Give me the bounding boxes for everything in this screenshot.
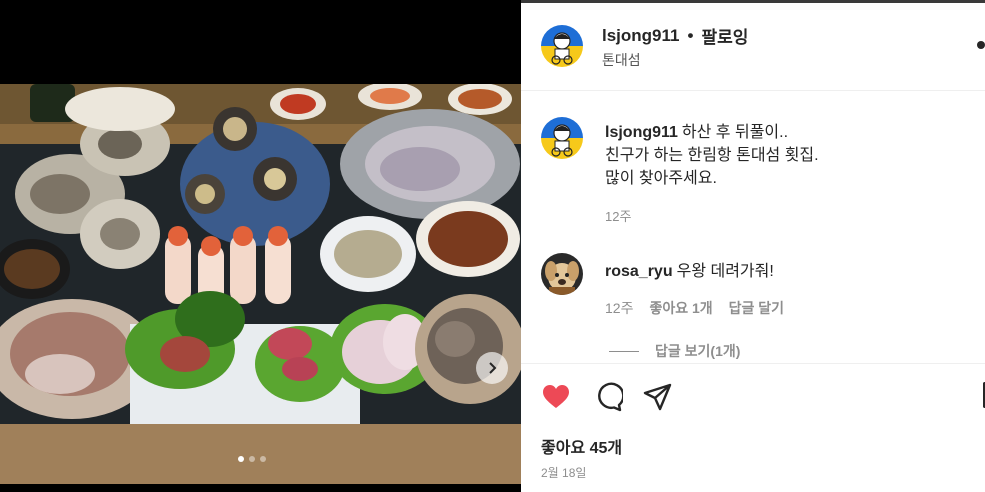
carousel-dots [238, 456, 266, 462]
view-replies-button[interactable]: 답글 보기(1개) [609, 341, 740, 361]
carousel-dot [260, 456, 266, 462]
comment-likes[interactable]: 좋아요 1개 [649, 298, 712, 318]
post-caption: lsjong911 하산 후 뒤풀이.. 친구가 하는 한림항 톤대섬 횟집. 많… [605, 121, 975, 190]
carousel-dot [238, 456, 244, 462]
comment-text: rosa_ryu 우왕 데려가줘! [605, 257, 774, 281]
likes-count[interactable]: 좋아요 45개 [541, 434, 622, 458]
comment-meta: 12주 좋아요 1개 답글 달기 [605, 298, 784, 318]
author-username[interactable]: lsjong911 [602, 26, 679, 46]
post-header: lsjong911 • 팔로잉 톤대섬 [521, 3, 985, 91]
comment-timestamp[interactable]: 12주 [605, 298, 633, 318]
post-location[interactable]: 톤대섬 [602, 50, 641, 70]
author-avatar[interactable] [541, 25, 583, 67]
more-options-icon[interactable] [977, 41, 985, 49]
post-side-panel: lsjong911 • 팔로잉 톤대섬 lsjong911 하산 후 뒤풀이.. … [521, 3, 985, 492]
comment-username[interactable]: rosa_ryu [605, 263, 673, 280]
chevron-right-icon [489, 362, 497, 374]
caption-author-avatar[interactable] [541, 117, 583, 159]
caption-line: 친구가 하는 한림항 톤대섬 횟집. [605, 147, 819, 164]
replies-divider [609, 350, 639, 352]
reply-button[interactable]: 답글 달기 [729, 298, 784, 318]
caption-line: 많이 찾아주세요. [605, 170, 717, 187]
carousel-next-button[interactable] [476, 352, 508, 384]
heart-filled-icon[interactable] [541, 382, 571, 412]
post-media [0, 0, 521, 492]
commenter-avatar[interactable] [541, 253, 583, 295]
view-replies-label: 답글 보기(1개) [655, 343, 741, 359]
caption-username[interactable]: lsjong911 [605, 124, 678, 141]
caption-timestamp[interactable]: 12주 [605, 206, 631, 225]
post-viewer: lsjong911 • 팔로잉 톤대섬 lsjong911 하산 후 뒤풀이.. … [0, 0, 985, 492]
separator-dot: • [687, 25, 694, 45]
post-date[interactable]: 2월 18일 [541, 464, 586, 481]
caption-line: 하산 후 뒤풀이.. [681, 124, 789, 141]
post-actions: 좋아요 45개 2월 18일 [521, 363, 985, 492]
header-user-line: lsjong911 • 팔로잉 [602, 23, 748, 48]
following-button[interactable]: 팔로잉 [701, 23, 748, 48]
comment-body: 우왕 데려가줘! [676, 263, 774, 280]
carousel-dot [249, 456, 255, 462]
post-photo[interactable] [0, 84, 521, 484]
comment-icon[interactable] [593, 382, 623, 412]
share-icon[interactable] [642, 382, 672, 412]
